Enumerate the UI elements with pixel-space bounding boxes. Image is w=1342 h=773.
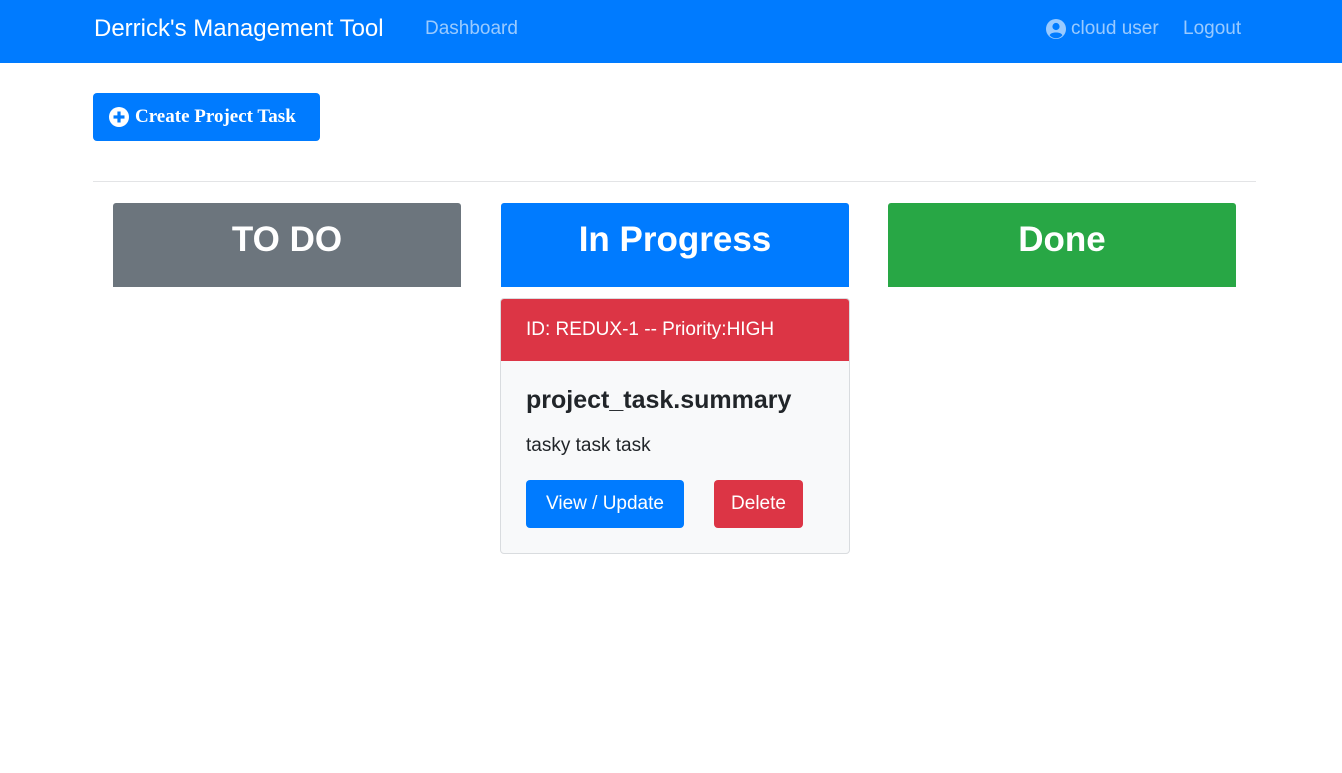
divider [93, 181, 1256, 182]
nav-user-label: cloud user [1071, 18, 1159, 39]
nav-logout-link[interactable]: Logout [1183, 18, 1241, 40]
task-card-header: ID: REDUX-1 -- Priority:HIGH [501, 299, 849, 361]
plus-circle-icon [109, 107, 129, 127]
task-card: ID: REDUX-1 -- Priority:HIGH project_tas… [500, 298, 850, 554]
create-project-task-button[interactable]: Create Project Task [93, 93, 320, 141]
view-update-button[interactable]: View / Update [526, 480, 684, 528]
nav-dashboard-link[interactable]: Dashboard [425, 18, 518, 40]
column-header-done: Done [888, 203, 1236, 287]
column-header-todo: TO DO [113, 203, 461, 287]
user-circle-icon [1046, 19, 1066, 39]
brand-title[interactable]: Derrick's Management Tool [94, 15, 384, 43]
column-header-in-progress: In Progress [501, 203, 849, 287]
create-project-task-label: Create Project Task [135, 106, 296, 127]
delete-button[interactable]: Delete [714, 480, 803, 528]
nav-user-link[interactable]: cloud user [1046, 18, 1159, 40]
task-summary: project_task.summary [526, 386, 792, 414]
top-navbar: Derrick's Management Tool Dashboard clou… [0, 0, 1342, 63]
task-description: tasky task task [526, 435, 651, 456]
